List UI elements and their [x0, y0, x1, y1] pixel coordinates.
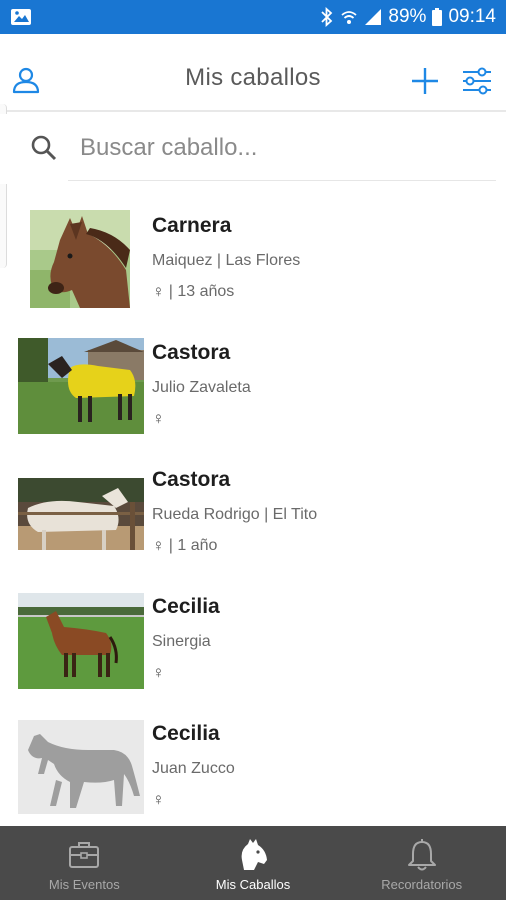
female-icon: ♀	[152, 663, 165, 682]
horse-age: | 1 año	[168, 537, 218, 554]
horse-owner: Maiquez | Las Flores	[152, 252, 301, 269]
horse-name: Castora	[152, 468, 231, 491]
horse-name: Castora	[152, 341, 231, 364]
horse-photo	[18, 478, 144, 550]
female-icon: ♀	[152, 536, 165, 555]
horse-meta: ♀ | 13 años	[152, 282, 234, 302]
search-input[interactable]	[80, 128, 480, 168]
battery-percent: 89%	[388, 6, 427, 27]
clock: 09:14	[448, 6, 496, 27]
horse-list-item[interactable]: Cecilia Juan Zucco ♀	[0, 700, 506, 826]
horse-meta: ♀ | 1 año	[152, 536, 217, 556]
battery-icon	[432, 8, 443, 26]
horse-name: Cecilia	[152, 595, 220, 618]
female-icon: ♀	[152, 282, 165, 301]
horse-owner: Rueda Rodrigo | El Tito	[152, 506, 318, 523]
horse-name: Carnera	[152, 214, 232, 237]
horse-photo	[18, 593, 144, 689]
nav-label: Recordatorios	[381, 877, 463, 892]
nav-mis-eventos[interactable]: Mis Eventos	[0, 826, 169, 900]
app-bar: Mis caballos	[0, 34, 506, 112]
horse-age: | 13 años	[168, 283, 235, 300]
signal-icon	[365, 9, 382, 25]
search-icon	[31, 135, 57, 161]
horse-photo	[30, 210, 130, 308]
female-icon: ♀	[152, 409, 165, 428]
bell-icon	[407, 839, 436, 871]
search-bar	[0, 114, 506, 184]
horse-meta: ♀	[152, 409, 169, 429]
female-icon: ♀	[152, 790, 165, 809]
search-divider	[68, 180, 496, 181]
nav-label: Mis Eventos	[48, 877, 120, 892]
horse-silhouette-icon	[18, 720, 144, 814]
gallery-notification-icon	[11, 9, 31, 25]
status-bar: 89% 09:14	[0, 0, 506, 34]
horse-name: Cecilia	[152, 722, 220, 745]
filter-settings-icon[interactable]	[461, 65, 493, 97]
add-horse-button[interactable]	[410, 66, 440, 96]
horse-list-item[interactable]: Cecilia Sinergia ♀	[0, 573, 506, 700]
bluetooth-icon	[321, 7, 333, 27]
briefcase-icon	[69, 842, 100, 868]
horse-list-item[interactable]: Castora Rueda Rodrigo | El Tito ♀ | 1 añ…	[0, 446, 506, 573]
wifi-icon	[341, 11, 358, 24]
horse-owner: Juan Zucco	[152, 760, 235, 777]
nav-recordatorios[interactable]: Recordatorios	[337, 826, 506, 900]
horse-owner: Julio Zavaleta	[152, 379, 251, 396]
horse-list: Carnera Maiquez | Las Flores ♀ | 13 años	[0, 192, 506, 826]
horse-meta: ♀	[152, 663, 169, 683]
horse-owner: Sinergia	[152, 633, 211, 650]
horse-head-icon	[241, 839, 267, 870]
horse-list-item[interactable]: Carnera Maiquez | Las Flores ♀ | 13 años	[0, 192, 506, 319]
nav-label: Mis Caballos	[215, 877, 291, 892]
nav-mis-caballos[interactable]: Mis Caballos	[169, 826, 338, 900]
horse-meta: ♀	[152, 790, 169, 810]
horse-photo	[18, 338, 144, 434]
bottom-navigation: Mis Eventos Mis Caballos Recordatorios	[0, 826, 506, 900]
horse-photo-placeholder	[18, 720, 144, 814]
horse-list-item[interactable]: Castora Julio Zavaleta ♀	[0, 319, 506, 446]
